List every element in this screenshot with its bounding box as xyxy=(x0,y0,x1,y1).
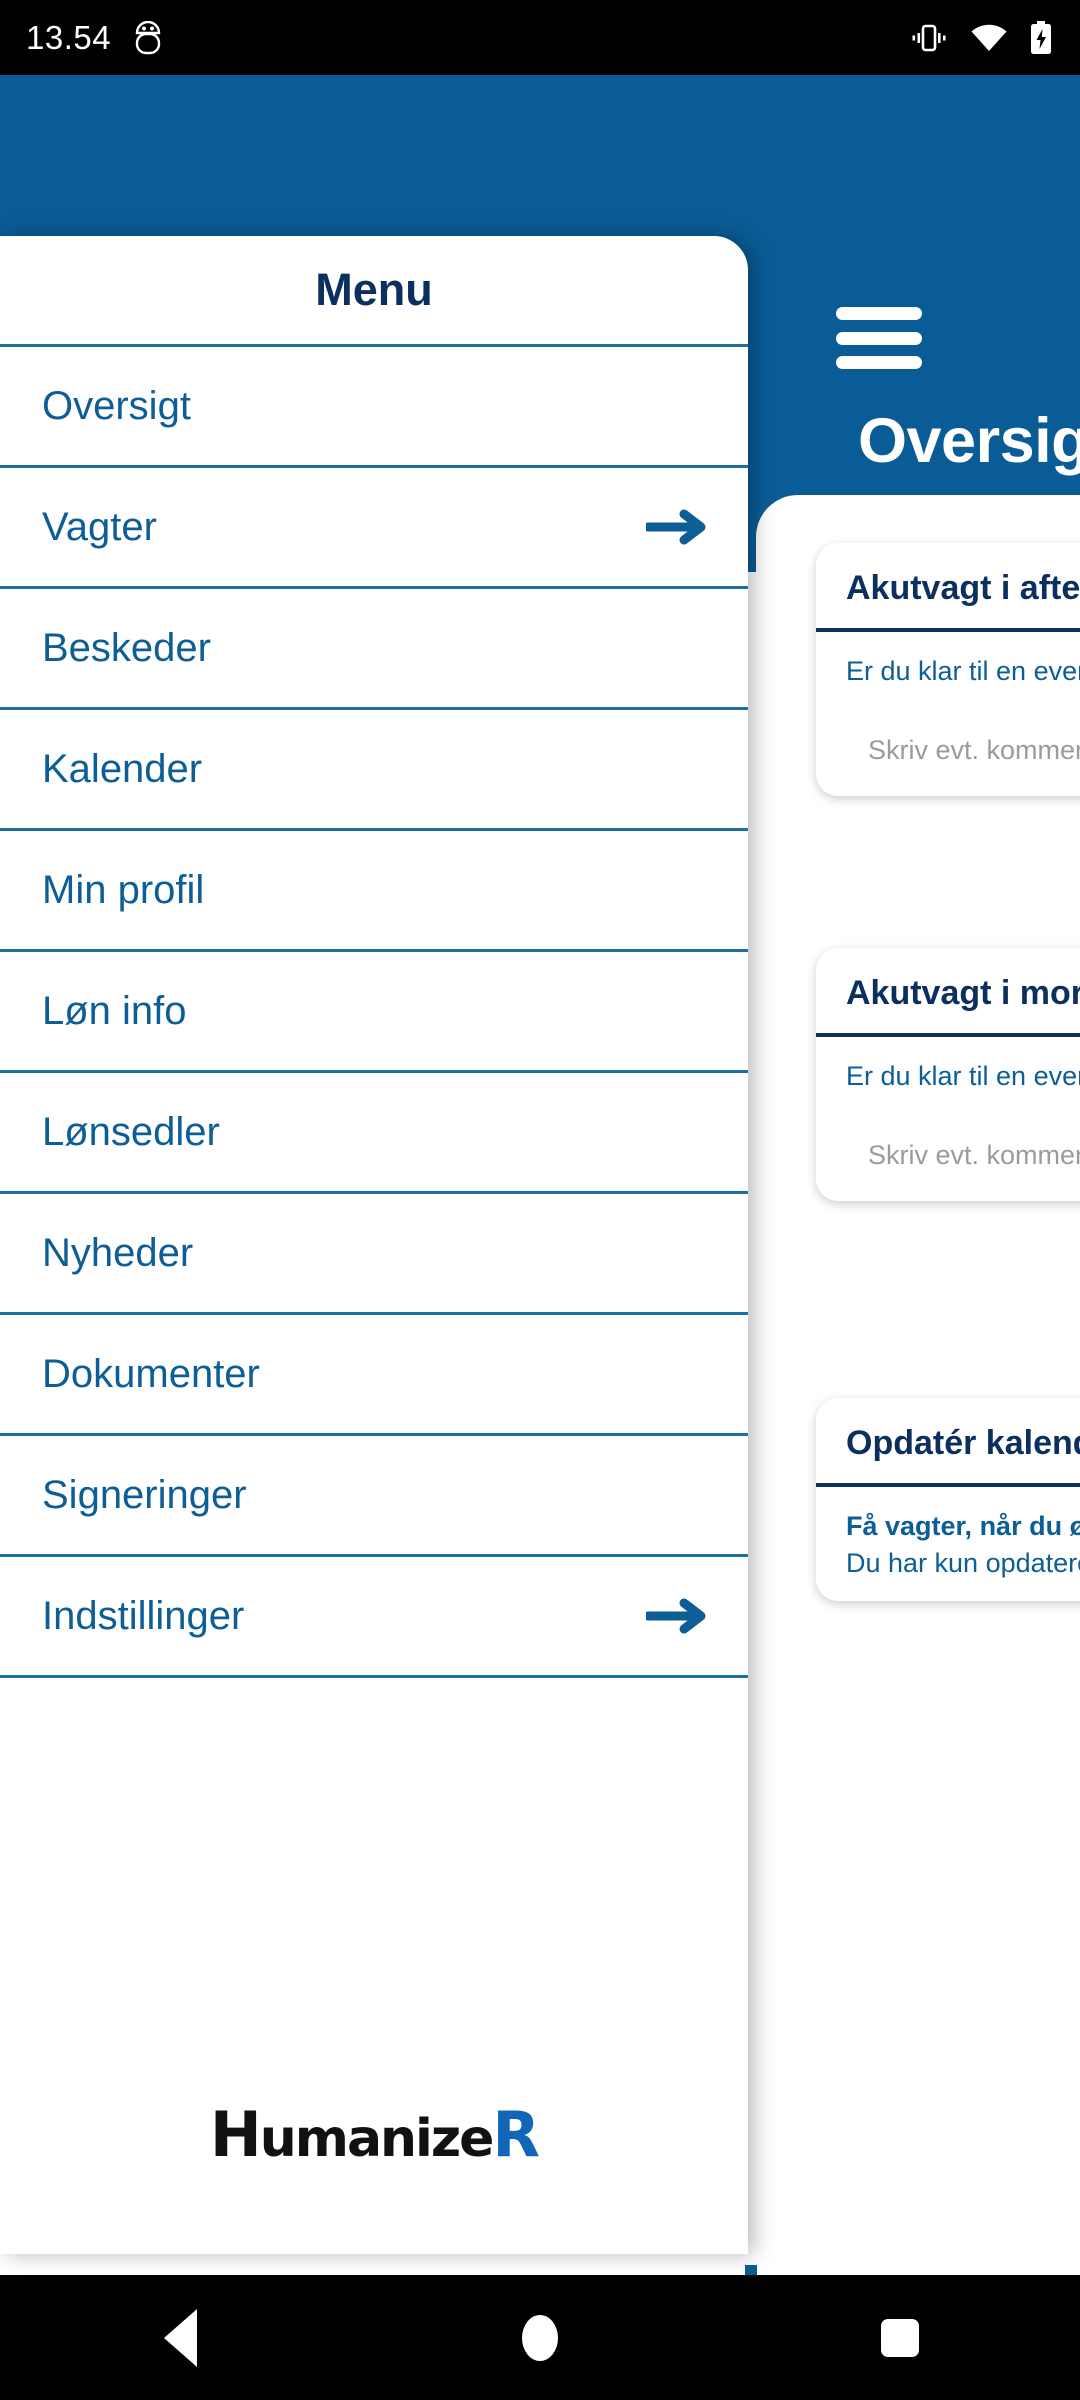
sidebar-item-dokumenter[interactable]: Dokumenter xyxy=(0,1315,748,1436)
card-sub-line: Du har kun opdateret din kalender xyxy=(846,1548,1080,1578)
sidebar-item-label: Min profil xyxy=(42,867,205,912)
logo-part-r: R xyxy=(492,2097,540,2171)
battery-charging-icon xyxy=(1031,20,1051,54)
sidebar-item-label: Oversigt xyxy=(42,383,191,428)
sidebar-item-lonsedler[interactable]: Lønsedler xyxy=(0,1073,748,1194)
card-comment-placeholder[interactable]: Skriv evt. kommentar her xyxy=(868,1140,1080,1171)
clock: 13.54 xyxy=(26,18,112,56)
sidebar-item-label: Indstillinger xyxy=(42,1593,245,1638)
card-question: Er du klar til en eventuel akutvagt i af… xyxy=(846,656,1080,686)
card-question: Er du klar til en eventuel akutvagt i mo… xyxy=(846,1061,1080,1091)
card-opdater-kalender[interactable]: Opdatér kalender Få vagter, når du ønske… xyxy=(816,1398,1080,1601)
card-highlight-line: Få vagter, når du ønsker dem xyxy=(846,1511,1080,1541)
sidebar-item-label: Lønsedler xyxy=(42,1109,220,1154)
phone-screen: Oversigt Akutvagt i aften Er du klar til… xyxy=(0,0,1080,2400)
logo-part-h: H xyxy=(209,2097,262,2171)
sidebar-item-min-profil[interactable]: Min profil xyxy=(0,831,748,952)
home-circle-icon xyxy=(522,2314,558,2361)
card-title: Akutvagt i aften xyxy=(816,543,1080,632)
content-sheet: Akutvagt i aften Er du klar til en event… xyxy=(756,495,1080,2275)
arrow-right-icon[interactable] xyxy=(646,507,708,547)
card-akutvagt-aften[interactable]: Akutvagt i aften Er du klar til en event… xyxy=(816,543,1080,796)
vibrate-icon xyxy=(912,24,946,51)
card-body: Få vagter, når du ønsker dem Du har kun … xyxy=(816,1487,1080,1601)
arrow-right-icon[interactable] xyxy=(646,1596,708,1636)
sidebar-item-indstillinger[interactable]: Indstillinger xyxy=(0,1557,748,1678)
nav-accent-indicator xyxy=(745,2265,757,2275)
sidebar-item-lon-info[interactable]: Løn info xyxy=(0,952,748,1073)
nav-back-button[interactable] xyxy=(120,2275,240,2400)
sidebar-item-oversigt[interactable]: Oversigt xyxy=(0,347,748,468)
drawer-footer: H umanize R xyxy=(0,2014,748,2254)
drawer-title: Menu xyxy=(315,264,433,315)
sidebar-item-signeringer[interactable]: Signeringer xyxy=(0,1436,748,1557)
sidebar-item-vagter[interactable]: Vagter xyxy=(0,468,748,589)
card-title: Akutvagt i morgen xyxy=(816,948,1080,1037)
sidebar-item-nyheder[interactable]: Nyheder xyxy=(0,1194,748,1315)
sidebar-item-label: Kalender xyxy=(42,746,203,791)
status-bar-right xyxy=(910,20,1052,55)
status-bar: 13.54 xyxy=(0,0,1080,75)
recents-square-icon xyxy=(881,2318,919,2357)
card-title: Opdatér kalender xyxy=(816,1398,1080,1487)
drawer-menu-list: Oversigt Vagter Beskeder Kalender Min pr… xyxy=(0,344,748,1678)
card-comment-placeholder[interactable]: Skriv evt. kommentar her xyxy=(868,735,1080,766)
card-body: Er du klar til en eventuel akutvagt i af… xyxy=(816,632,1080,796)
card-akutvagt-morgen[interactable]: Akutvagt i morgen Er du klar til en even… xyxy=(816,948,1080,1201)
navigation-drawer: Menu Oversigt Vagter Beskeder Kalender M… xyxy=(0,236,748,2254)
hamburger-icon[interactable] xyxy=(836,307,922,369)
nav-recents-button[interactable] xyxy=(840,2275,960,2400)
logo-part-umanize: umanize xyxy=(259,2108,495,2169)
sidebar-item-label: Signeringer xyxy=(42,1472,247,1517)
android-debug-icon xyxy=(135,20,161,54)
sidebar-item-label: Dokumenter xyxy=(42,1351,260,1396)
wifi-icon xyxy=(971,24,1007,51)
card-body: Er du klar til en eventuel akutvagt i mo… xyxy=(816,1037,1080,1201)
sidebar-item-label: Løn info xyxy=(42,988,187,1033)
system-nav-bar xyxy=(0,2275,1080,2400)
humanizer-logo: H umanize R xyxy=(209,2097,540,2171)
page-title: Oversigt xyxy=(858,406,1080,476)
sidebar-item-label: Beskeder xyxy=(42,625,211,670)
sidebar-item-label: Nyheder xyxy=(42,1230,194,1275)
sidebar-item-label: Vagter xyxy=(42,504,157,549)
back-triangle-icon xyxy=(163,2308,197,2367)
nav-home-button[interactable] xyxy=(480,2275,600,2400)
sidebar-item-beskeder[interactable]: Beskeder xyxy=(0,589,748,710)
status-bar-left: 13.54 xyxy=(26,19,163,57)
sidebar-item-kalender[interactable]: Kalender xyxy=(0,710,748,831)
